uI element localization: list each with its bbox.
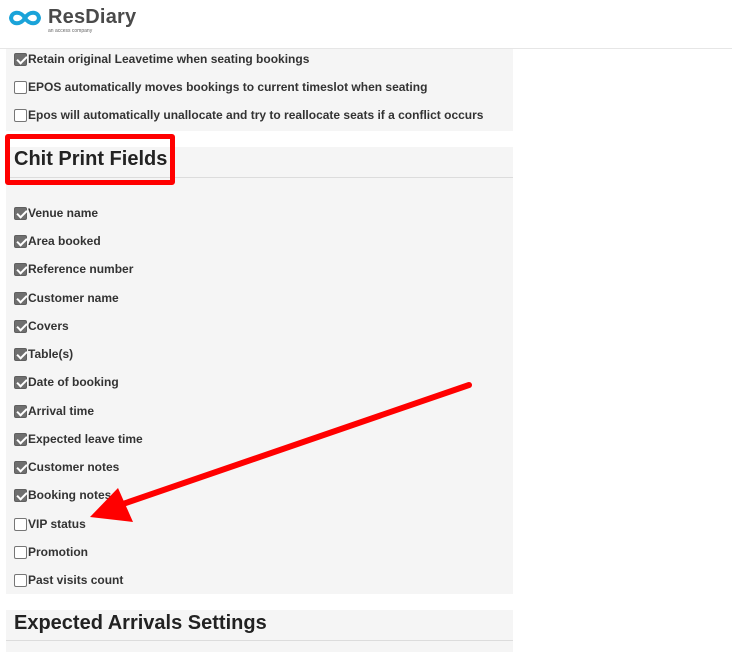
checkbox-label: Table(s) [28, 347, 74, 361]
checkbox-unchecked[interactable] [14, 517, 27, 531]
chit-field-customer-notes[interactable]: Customer notes [14, 459, 119, 475]
chit-field-reference-number[interactable]: Reference number [14, 261, 133, 277]
checkbox-checked[interactable] [14, 262, 27, 276]
chit-field-venue-name[interactable]: Venue name [14, 205, 98, 221]
checkbox-unchecked[interactable] [14, 108, 27, 122]
checkbox-checked[interactable] [14, 432, 27, 446]
checkbox-unchecked[interactable] [14, 573, 27, 587]
checkbox-unchecked[interactable] [14, 545, 27, 559]
checkbox-label: Customer name [28, 291, 119, 305]
checkbox-label: Past visits count [28, 573, 124, 587]
section-divider [6, 640, 513, 641]
checkbox-checked[interactable] [14, 291, 27, 305]
epos-setting-epos-automatically-moves-bookings-to-current-timeslot-when-seating[interactable]: EPOS automatically moves bookings to cur… [14, 79, 427, 95]
brand-name: ResDiary [48, 6, 137, 28]
brand-tagline: an access company [48, 28, 93, 34]
checkbox-label: VIP status [28, 517, 86, 531]
checkbox-label: Date of booking [28, 375, 119, 389]
checkbox-label: Epos will automatically unallocate and t… [28, 108, 484, 122]
checkbox-label: Reference number [28, 262, 134, 276]
checkbox-label: Arrival time [28, 404, 95, 418]
epos-setting-retain-original-leavetime-when-seating-bookings[interactable]: Retain original Leavetime when seating b… [14, 51, 309, 67]
chit-field-expected-leave-time[interactable]: Expected leave time [14, 431, 143, 447]
checkbox-checked[interactable] [14, 460, 27, 474]
checkbox-checked[interactable] [14, 347, 27, 361]
checkbox-label: Promotion [28, 545, 88, 559]
checkbox-checked[interactable] [14, 234, 27, 248]
annotation-highlight-box [5, 134, 175, 185]
chit-field-customer-name[interactable]: Customer name [14, 290, 119, 306]
chit-field-promotion[interactable]: Promotion [14, 544, 88, 560]
chit-field-arrival-time[interactable]: Arrival time [14, 403, 94, 419]
checkbox-label: Area booked [28, 234, 101, 248]
checkbox-label: Booking notes [28, 488, 112, 502]
chit-field-covers[interactable]: Covers [14, 318, 69, 334]
checkbox-checked[interactable] [14, 488, 27, 502]
checkbox-unchecked[interactable] [14, 80, 27, 94]
chit-field-booking-notes[interactable]: Booking notes [14, 487, 111, 503]
checkbox-label: Customer notes [28, 460, 120, 474]
checkbox-checked[interactable] [14, 319, 27, 333]
chit-field-table-s[interactable]: Table(s) [14, 346, 73, 362]
epos-setting-epos-will-automatically-unallocate-and-try-to-reallocate-seats-if-a-conflict-occurs[interactable]: Epos will automatically unallocate and t… [14, 107, 483, 123]
chit-field-vip-status[interactable]: VIP status [14, 516, 86, 532]
infinity-logo-icon [8, 10, 42, 26]
chit-field-past-visits-count[interactable]: Past visits count [14, 572, 123, 588]
expected-arrivals-title: Expected Arrivals Settings [14, 612, 267, 634]
checkbox-label: Expected leave time [28, 432, 143, 446]
checkbox-label: Retain original Leavetime when seating b… [28, 52, 310, 66]
checkbox-label: EPOS automatically moves bookings to cur… [28, 80, 428, 94]
checkbox-checked[interactable] [14, 206, 27, 220]
resdiary-logo[interactable]: ResDiary an access company [6, 7, 136, 34]
chit-field-area-booked[interactable]: Area booked [14, 233, 101, 249]
checkbox-checked[interactable] [14, 52, 27, 66]
checkbox-label: Covers [28, 319, 69, 333]
chit-field-date-of-booking[interactable]: Date of booking [14, 374, 119, 390]
checkbox-checked[interactable] [14, 375, 27, 389]
checkbox-checked[interactable] [14, 404, 27, 418]
checkbox-label: Venue name [28, 206, 99, 220]
app-header: ResDiary an access company [0, 0, 732, 49]
